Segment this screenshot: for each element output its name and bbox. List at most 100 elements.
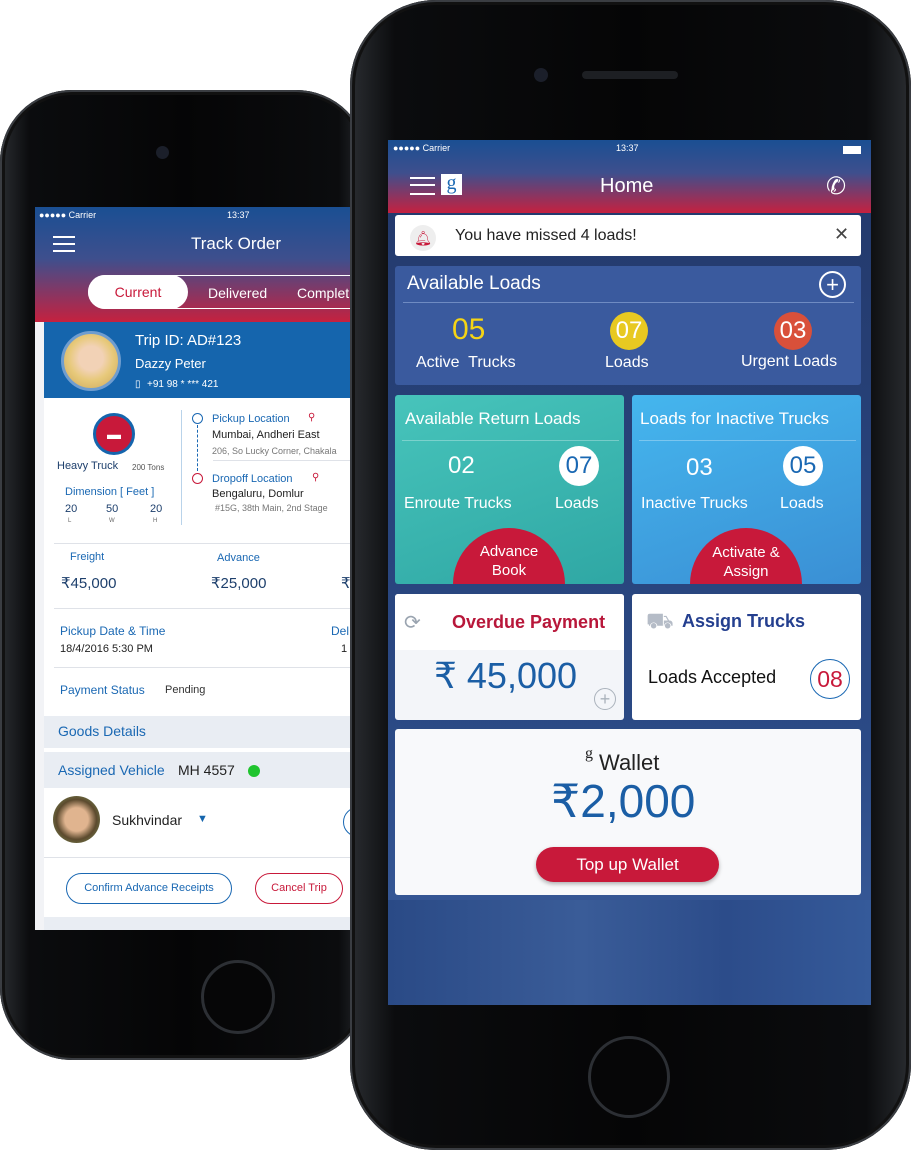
home-button[interactable]	[201, 960, 275, 1034]
advance-value: ₹25,000	[211, 575, 267, 592]
advance-book-line1: Advance	[479, 543, 539, 560]
dropoff-address: #15G, 38th Main, 2nd Stage	[215, 503, 328, 513]
inactive-loads-label: Loads	[780, 495, 824, 512]
notification-text: You have missed 4 loads!	[455, 227, 637, 244]
camera-icon	[534, 68, 548, 82]
phone-icon[interactable]: ✆	[826, 172, 846, 201]
payment-status-value: Pending	[165, 684, 206, 696]
add-icon[interactable]: +	[819, 271, 846, 298]
tab-delivered[interactable]: Delivered	[208, 285, 267, 301]
customer-phone: +91 98 * *** 421	[147, 379, 219, 390]
dimension-label: Dimension [ Feet ]	[65, 486, 155, 498]
enroute-trucks-label: Enroute Trucks	[404, 495, 512, 512]
confirm-advance-button[interactable]: Confirm Advance Receipts	[66, 873, 232, 904]
page-title: Track Order	[191, 234, 282, 253]
menu-icon[interactable]	[53, 236, 75, 252]
inactive-trucks-title: Loads for Inactive Trucks	[640, 409, 829, 428]
dim-l: L	[68, 518, 72, 524]
menu-icon[interactable]	[410, 177, 435, 195]
driver-name: Sukhvindar	[112, 812, 183, 828]
wallet-balance: ₹2,000	[551, 775, 696, 827]
activate-assign-line2: Assign	[723, 563, 769, 580]
driver-avatar	[53, 796, 100, 843]
loads-accepted-count: 08	[810, 659, 850, 699]
home-button[interactable]	[588, 1036, 670, 1118]
urgent-loads-badge[interactable]: 03	[774, 312, 812, 350]
assigned-vehicle-label: Assigned Vehicle	[58, 762, 165, 778]
inactive-trucks-label: Inactive Trucks	[641, 495, 748, 512]
top-up-wallet-button[interactable]: Top up Wallet	[536, 847, 719, 882]
trip-id: Trip ID: AD#123	[135, 332, 242, 349]
loads-label: Loads	[605, 354, 649, 371]
vehicle-number: MH 4557	[178, 762, 235, 778]
pickup-city: Mumbai, Andheri East	[212, 429, 320, 441]
chevron-down-icon[interactable]: ▼	[197, 813, 208, 825]
status-time: 13:37	[227, 210, 250, 220]
status-time: 13:37	[616, 143, 639, 153]
pickup-label: Pickup Location	[212, 413, 290, 425]
dim-length: 20	[65, 503, 78, 515]
truck-type: Heavy Truck	[57, 460, 119, 472]
truck-icon: ⛟	[646, 608, 674, 633]
avatar	[61, 331, 121, 391]
app-logo: g	[441, 173, 462, 195]
return-loads-badge: 07	[559, 446, 599, 486]
phone-icon: ▯	[135, 379, 141, 390]
tab-completed[interactable]: Complet	[297, 285, 349, 301]
vehicle-status-dot	[248, 765, 260, 777]
inactive-trucks-count: 03	[686, 454, 713, 481]
pickup-time-value: 18/4/2016 5:30 PM	[60, 643, 153, 655]
freight-value: ₹45,000	[61, 575, 117, 592]
available-loads-title: Available Loads	[407, 273, 541, 294]
pin-icon: ⚲	[312, 472, 320, 483]
truck-icon: ▬	[93, 413, 135, 455]
pickup-address: 206, So Lucky Corner, Chakala	[212, 446, 337, 456]
urgent-loads-label: Urgent Loads	[741, 353, 838, 370]
dropoff-city: Bengaluru, Domlur	[212, 488, 304, 500]
return-loads-title: Available Return Loads	[405, 409, 581, 428]
page-title: Home	[600, 175, 654, 197]
bell-icon: 🔔︎	[410, 225, 436, 251]
advance-label: Advance	[217, 552, 260, 564]
inactive-loads-badge: 05	[783, 446, 823, 486]
enroute-trucks-count: 02	[448, 452, 475, 479]
tab-current[interactable]: Current	[88, 275, 188, 309]
wallet-logo: g	[585, 745, 593, 762]
assign-trucks-title: Assign Trucks	[682, 611, 806, 631]
speaker	[582, 71, 678, 79]
status-carrier: ●●●●● Carrier	[39, 210, 97, 220]
divider	[181, 410, 182, 525]
status-carrier: ●●●●● Carrier	[393, 143, 451, 153]
cancel-trip-button[interactable]: Cancel Trip	[255, 873, 343, 904]
camera-icon	[156, 146, 169, 159]
loads-count-badge[interactable]: 07	[610, 312, 648, 350]
battery-icon	[843, 146, 861, 154]
delivery-time-label: Del	[331, 624, 350, 638]
close-icon[interactable]: ✕	[834, 224, 849, 245]
overdue-amount: ₹ 45,000	[434, 655, 578, 696]
pin-icon: ⚲	[308, 412, 316, 423]
loads-accepted-label: Loads Accepted	[648, 667, 777, 687]
customer-name: Dazzy Peter	[135, 356, 206, 371]
dim-h: H	[153, 518, 158, 524]
add-icon[interactable]: +	[594, 688, 616, 710]
dropoff-marker	[192, 473, 203, 484]
dim-width: 50	[106, 503, 119, 515]
home-screen: ●●●●● Carrier 13:37 g Home ✆ 🔔︎ You have…	[388, 140, 871, 1005]
pickup-marker	[192, 413, 203, 424]
activate-assign-line1: Activate &	[712, 544, 780, 561]
active-trucks-label: Active Trucks	[416, 354, 516, 371]
goods-details-label: Goods Details	[58, 723, 146, 739]
active-trucks-count: 05	[452, 313, 486, 346]
wallet-title: Wallet	[599, 750, 660, 775]
advance-book-line2: Book	[491, 562, 527, 579]
route-line	[197, 425, 198, 471]
return-loads-label: Loads	[555, 495, 599, 512]
delivery-time-value: 1	[341, 643, 348, 655]
dropoff-label: Dropoff Location	[212, 473, 293, 485]
track-order-screen: ●●●●● Carrier 13:37 Track Order Current …	[35, 207, 365, 930]
dim-height: 20	[150, 503, 163, 515]
truck-capacity: 200 Tons	[132, 463, 165, 472]
freight-label: Freight	[70, 551, 105, 563]
dim-w: W	[109, 518, 115, 524]
